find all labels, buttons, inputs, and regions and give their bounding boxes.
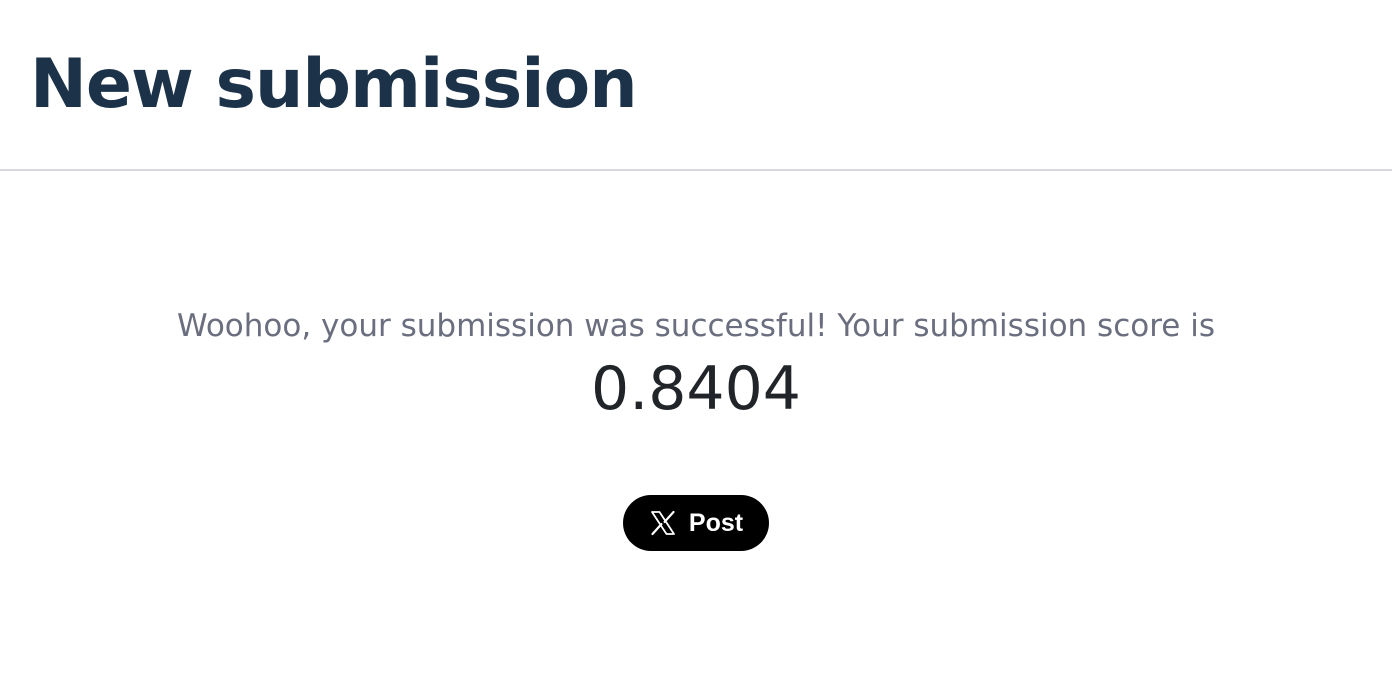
post-to-x-button[interactable]: Post <box>623 495 769 551</box>
submission-result-panel: Woohoo, your submission was successful! … <box>0 172 1392 686</box>
post-button-label: Post <box>688 509 744 537</box>
submission-score: 0.8404 <box>591 354 801 424</box>
x-logo-icon <box>649 509 677 537</box>
success-message: Woohoo, your submission was successful! … <box>177 308 1215 344</box>
page-header: New submission <box>0 0 1392 171</box>
page-title: New submission <box>30 45 638 124</box>
